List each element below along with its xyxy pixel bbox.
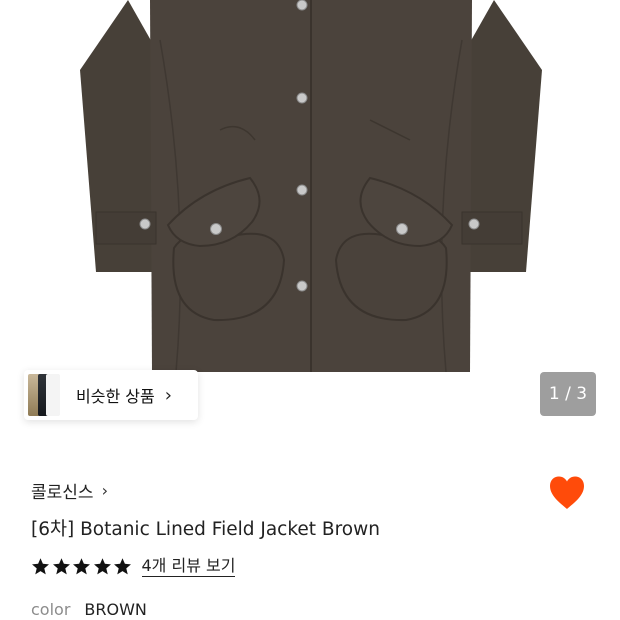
color-value: BROWN — [84, 600, 147, 619]
color-label: color — [31, 600, 71, 619]
product-title: [6차] Botanic Lined Field Jacket Brown — [31, 519, 380, 540]
image-pager-indicator: 1 / 3 — [540, 372, 596, 416]
star-icon — [114, 558, 131, 575]
brand-name: 콜로신스 — [31, 483, 94, 503]
star-icon — [32, 558, 49, 575]
color-option-row: color BROWN — [31, 600, 147, 619]
star-icon — [52, 558, 70, 575]
similar-products-label: 비슷한 상품 — [76, 387, 155, 406]
product-image — [80, 0, 542, 372]
product-image-area[interactable] — [0, 0, 620, 372]
similar-thumb — [46, 374, 60, 416]
heart-icon[interactable] — [548, 475, 586, 511]
reviews-link[interactable]: 4개 리뷰 보기 — [141, 556, 236, 577]
star-icon — [93, 558, 111, 575]
star-rating — [31, 557, 134, 576]
chevron-right-icon: › — [164, 384, 172, 406]
brand-link[interactable]: 콜로신스 › — [31, 478, 108, 503]
rating-row: 4개 리뷰 보기 — [31, 556, 236, 577]
similar-thumbnails — [26, 370, 60, 420]
similar-products-button[interactable]: 비슷한 상품 › — [24, 370, 198, 420]
star-icon — [73, 558, 90, 575]
chevron-right-icon: › — [101, 481, 108, 500]
